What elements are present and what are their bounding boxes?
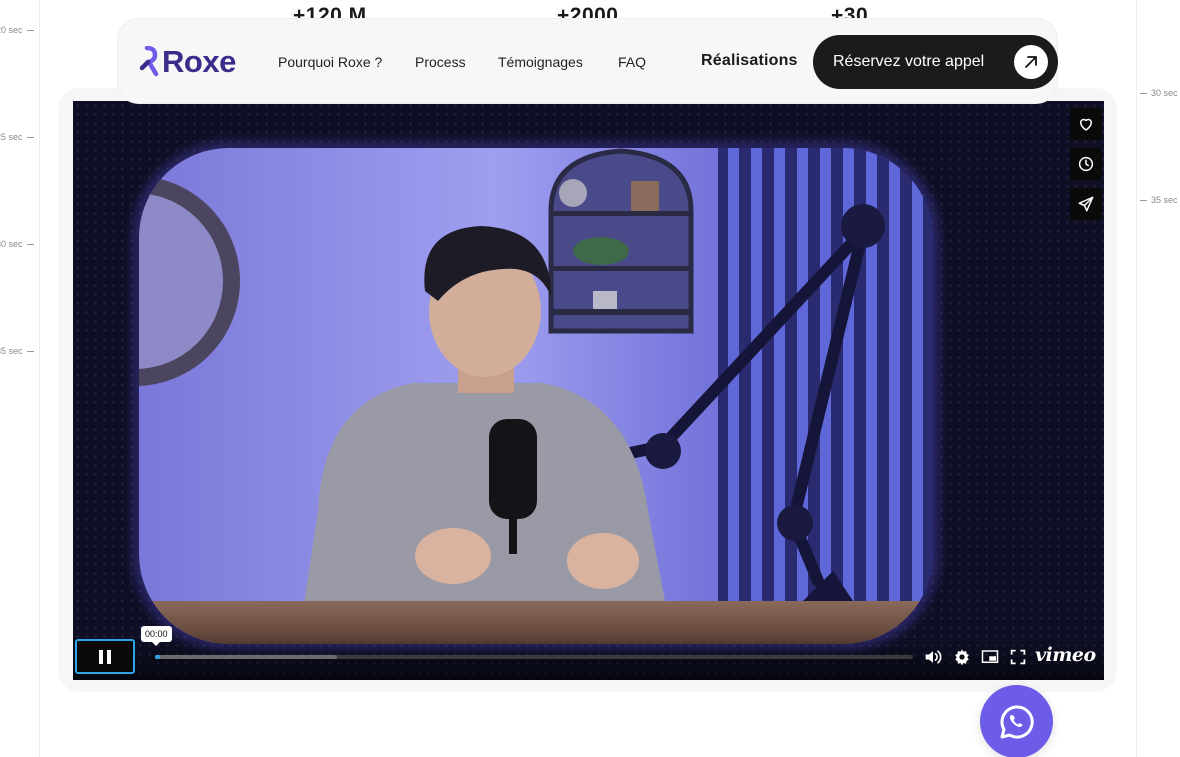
nav-link-realisations[interactable]: Réalisations (701, 52, 798, 70)
current-time-tooltip: 00:00 (141, 626, 172, 646)
pause-button[interactable] (75, 639, 135, 674)
arrow-up-right-icon (1014, 45, 1048, 79)
watch-later-button[interactable] (1070, 148, 1102, 180)
progress-played (155, 655, 160, 659)
heart-icon (1080, 118, 1092, 131)
nav-link-faq[interactable]: FAQ (618, 54, 646, 70)
whatsapp-button[interactable] (980, 685, 1053, 757)
timeline-tick: 35 sec (0, 346, 34, 356)
book-call-button[interactable]: Réservez votre appel (813, 35, 1058, 89)
share-button[interactable] (1070, 188, 1102, 220)
video-frame (135, 144, 937, 648)
logo[interactable]: Roxe (138, 44, 236, 79)
settings-button[interactable] (952, 647, 972, 667)
nav-link-process[interactable]: Process (415, 54, 466, 70)
book-call-label: Réservez votre appel (833, 53, 985, 70)
like-button[interactable] (1070, 108, 1102, 140)
nav-link-temoignages[interactable]: Témoignages (498, 54, 583, 70)
clock-icon (1078, 156, 1094, 172)
timeline-tick: 30 sec (1140, 88, 1178, 98)
vimeo-logo[interactable]: vimeo (1035, 644, 1096, 666)
volume-icon (925, 650, 942, 664)
timeline-tick: 35 sec (1140, 195, 1178, 205)
video-player[interactable]: 00:00 vimeo (73, 101, 1104, 680)
roxe-logo-icon (139, 46, 159, 77)
pause-icon (99, 649, 111, 664)
whatsapp-icon (1000, 704, 1034, 738)
logo-text: Roxe (162, 44, 236, 79)
gear-icon (955, 649, 969, 666)
progress-bar[interactable] (155, 655, 913, 659)
pip-icon (981, 650, 999, 663)
timeline-tick: 25 sec (0, 132, 34, 142)
send-icon (1078, 196, 1094, 212)
timeline-ruler-left (39, 0, 40, 757)
navbar: Roxe Pourquoi Roxe ? Process Témoignages… (117, 18, 1058, 104)
nav-link-pourquoi-roxe[interactable]: Pourquoi Roxe ? (278, 54, 382, 70)
progress-buffered (155, 655, 337, 659)
picture-in-picture-button[interactable] (980, 647, 1000, 667)
timeline-ruler-right (1136, 0, 1137, 757)
volume-button[interactable] (923, 647, 943, 667)
timeline-tick: 30 sec (0, 239, 34, 249)
page: 20 sec 25 sec 30 sec 35 sec 30 sec 35 se… (0, 0, 1180, 757)
timeline-tick: 20 sec (0, 25, 34, 35)
fullscreen-icon (1010, 649, 1026, 665)
fullscreen-button[interactable] (1008, 647, 1028, 667)
video-controls: 00:00 vimeo (73, 626, 1104, 680)
